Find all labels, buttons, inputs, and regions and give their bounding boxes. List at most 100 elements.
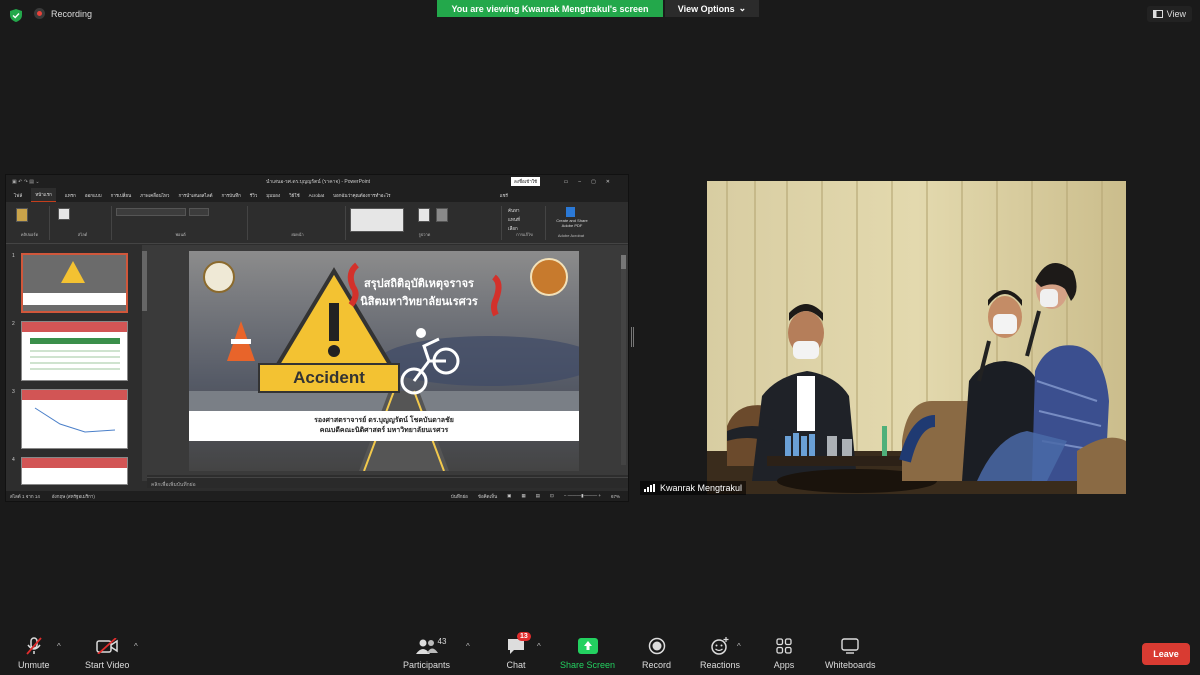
find-button[interactable]: ค้นหา <box>508 207 520 214</box>
participants-caret[interactable]: ^ <box>466 642 470 651</box>
slide-thumbnail-1[interactable] <box>21 253 128 313</box>
start-video-button[interactable]: Start Video <box>85 636 129 670</box>
replace-button[interactable]: แทนที่ <box>508 216 520 223</box>
participants-button[interactable]: 43 Participants <box>403 636 450 670</box>
notes-toggle[interactable]: บันทึกย่อ <box>451 493 468 500</box>
ppt-tab[interactable]: ออกแบบ <box>85 192 102 199</box>
paste-icon[interactable] <box>16 208 28 222</box>
font-name-select[interactable] <box>116 208 186 216</box>
ribbon-group-editing: ค้นหา แทนที่ เลือก การแก้ไข <box>504 206 546 240</box>
participants-icon: 43 <box>415 636 446 656</box>
participant-name-tag: Kwanrak Mengtrakul <box>640 481 747 495</box>
ppt-body: 1 2 3 4 สรุปสถิติอุบัติเหตุจราจร นิสิตมห… <box>6 245 628 488</box>
slide-thumbnail-2[interactable] <box>21 321 128 381</box>
recording-indicator[interactable]: Recording <box>34 8 92 19</box>
participant-name: Kwanrak Mengtrakul <box>660 483 743 493</box>
slide-thumbnail-3[interactable] <box>21 389 128 449</box>
ppt-tell-me[interactable]: บอกฉันว่าคุณต้องการทำอะไร <box>333 192 390 199</box>
slide-counter: สไลด์ 1 จาก 14 <box>10 493 40 499</box>
view-slideshow-icon[interactable]: ⊡ <box>550 493 554 499</box>
zoom-slider[interactable]: − ———▮——— + <box>564 493 601 499</box>
participant-video-tile[interactable] <box>707 181 1126 494</box>
thumb-number: 4 <box>12 457 15 463</box>
apps-label: Apps <box>773 660 795 670</box>
split-divider-handle[interactable] <box>631 327 634 347</box>
slide-scrollbar[interactable] <box>621 255 626 465</box>
view-sorter-icon[interactable]: ▦ <box>521 493 525 499</box>
ribbon-label: คลิปบอร์ด <box>20 232 39 237</box>
current-slide[interactable]: สรุปสถิติอุบัติเหตุจราจร นิสิตมหาวิทยาลั… <box>189 251 579 471</box>
view-layout-icon <box>1152 10 1163 18</box>
chat-button[interactable]: 13 Chat <box>504 632 531 670</box>
ppt-tab[interactable]: แทรก <box>65 192 76 199</box>
line-chart-preview <box>34 407 116 433</box>
zoom-level[interactable]: 67% <box>611 494 620 499</box>
audio-options-caret[interactable]: ^ <box>57 642 61 651</box>
slide-editing-area[interactable]: สรุปสถิติอุบัติเหตุจราจร นิสิตมหาวิทยาลั… <box>147 245 628 475</box>
participants-count: 43 <box>437 637 447 646</box>
language-status[interactable]: อังกฤษ (สหรัฐอเมริกา) <box>52 493 95 500</box>
record-icon <box>645 636 669 656</box>
ppt-tab[interactable]: การบันทึก <box>222 192 241 199</box>
view-options-button[interactable]: View Options ⌄ <box>665 0 759 17</box>
comments-toggle[interactable]: ข้อคิดเห็น <box>478 493 497 500</box>
shapes-gallery[interactable] <box>350 208 404 232</box>
arrange-icon[interactable] <box>418 208 430 222</box>
ribbon-label: สไลด์ <box>77 232 88 237</box>
new-slide-icon[interactable] <box>58 208 70 220</box>
chat-caret[interactable]: ^ <box>537 642 541 651</box>
apps-button[interactable]: Apps <box>772 636 796 670</box>
whiteboards-label: Whiteboards <box>825 660 876 670</box>
reactions-icon <box>708 636 732 656</box>
ppt-tab[interactable]: Acrobat <box>309 193 325 198</box>
ppt-signin-button[interactable]: ลงชื่อเข้าใช้ <box>511 177 541 186</box>
start-video-label: Start Video <box>85 660 130 670</box>
ribbon-label: Adobe Acrobat <box>557 233 585 238</box>
notes-pane[interactable]: คลิกเพื่อเพิ่มบันทึกย่อ <box>147 477 628 488</box>
ppt-tab[interactable]: ภาพเคลื่อนไหว <box>140 192 169 199</box>
presenter-line2: คณบดีคณะนิติศาสตร์ มหาวิทยาลัยนเรศวร <box>319 427 449 434</box>
status-right-group: บันทึกย่อ ข้อคิดเห็น ▣ ▦ ▤ ⊡ − ———▮——— +… <box>451 493 620 500</box>
ppt-tab[interactable]: วิธีใช้ <box>289 192 300 199</box>
share-screen-button[interactable]: Share Screen <box>560 636 615 670</box>
record-button[interactable]: Record <box>642 636 671 670</box>
ribbon-label: ฟอนต์ <box>175 232 186 237</box>
ppt-share-button[interactable]: แชร์ <box>500 192 508 199</box>
view-button[interactable]: View <box>1146 6 1192 22</box>
ppt-tab[interactable]: การนำเสนอสไลด์ <box>178 192 212 199</box>
ppt-tab[interactable]: การเปลี่ยน <box>111 192 132 199</box>
thumb-number: 1 <box>12 253 15 259</box>
quick-styles-icon[interactable] <box>436 208 448 222</box>
thumb-number: 2 <box>12 321 15 327</box>
meeting-toolbar: Unmute ^ Start Video ^ 43 Participants ^… <box>0 630 1200 675</box>
ribbon-label: รูปวาด <box>418 232 431 237</box>
ppt-window-title: นำเสนอ-รศ.ดร.บุญญรัตน์ (ราคาจ) - PowerPo… <box>266 178 370 185</box>
slide-title: สรุปสถิติอุบัติเหตุจราจร นิสิตมหาวิทยาลั… <box>349 275 489 311</box>
font-size-select[interactable] <box>189 208 209 216</box>
ppt-tab[interactable]: ไฟล์ <box>14 192 22 199</box>
reactions-button[interactable]: Reactions <box>700 636 740 670</box>
ppt-tab-home[interactable]: หน้าแรก <box>31 188 56 202</box>
ppt-window-controls[interactable]: ▭–▢✕ <box>564 179 620 185</box>
ribbon-label: ย่อหน้า <box>291 232 304 237</box>
reactions-caret[interactable]: ^ <box>737 642 741 651</box>
unmute-button[interactable]: Unmute <box>18 636 50 670</box>
ppt-tab[interactable]: รีวิว <box>250 192 257 199</box>
view-reading-icon[interactable]: ▤ <box>536 493 540 499</box>
leave-button[interactable]: Leave <box>1142 643 1190 665</box>
video-options-caret[interactable]: ^ <box>134 642 138 651</box>
ribbon-group-acrobat: Create and Share Adobe PDF Adobe Acrobat <box>548 206 594 240</box>
create-share-pdf-button[interactable]: Create and Share Adobe PDF <box>552 218 592 228</box>
ribbon-group-paragraph: ย่อหน้า <box>250 206 346 240</box>
slide-thumbnail-4[interactable] <box>21 457 128 485</box>
ppt-tab[interactable]: มุมมอง <box>266 192 280 199</box>
reactions-label: Reactions <box>700 660 741 670</box>
apps-icon <box>772 636 796 656</box>
shield-icon[interactable] <box>10 9 22 22</box>
slide-thumbnails-panel: 1 2 3 4 <box>6 245 140 485</box>
view-normal-icon[interactable]: ▣ <box>507 493 511 499</box>
shared-screen-powerpoint[interactable]: ▣ ↶ ↷ ▤ ⌄ นำเสนอ-รศ.ดร.บุญญรัตน์ (ราคาจ)… <box>5 174 629 502</box>
whiteboards-button[interactable]: Whiteboards <box>825 636 876 670</box>
ppt-quick-access[interactable]: ▣ ↶ ↷ ▤ ⌄ <box>12 179 40 185</box>
share-screen-label: Share Screen <box>560 660 616 670</box>
